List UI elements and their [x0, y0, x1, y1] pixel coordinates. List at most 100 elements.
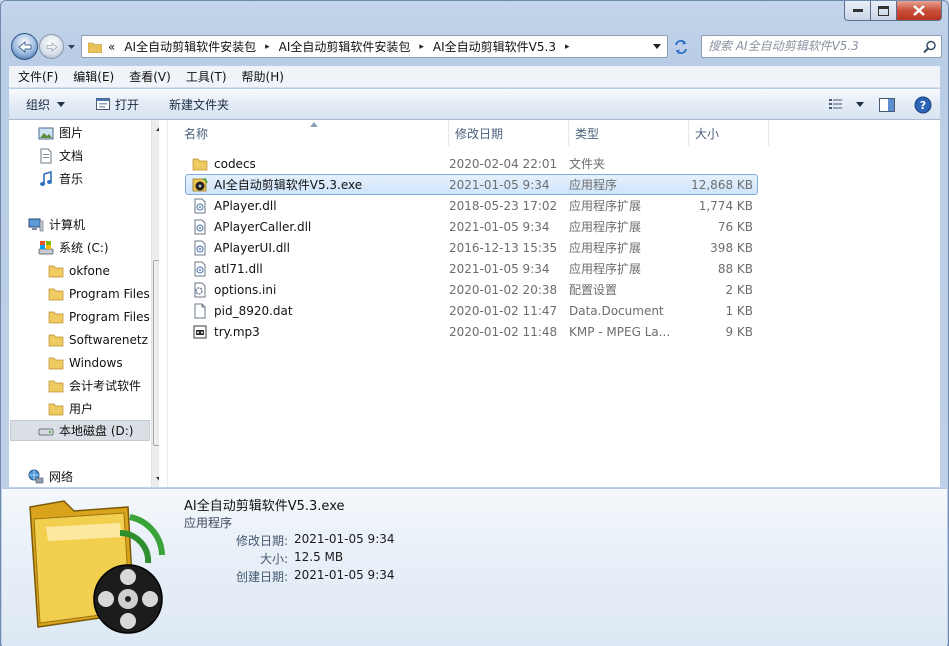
breadcrumb-item[interactable]: AI全自动剪辑软件安装包 [279, 38, 411, 55]
scroll-down-icon[interactable] [156, 477, 159, 483]
command-bar-right: ? [828, 89, 932, 120]
file-name-cell: APlayerCaller.dll [186, 219, 443, 235]
breadcrumb-separator[interactable]: ▸ [419, 42, 424, 52]
nav-item-label: Program Files [69, 286, 150, 301]
nav-item-drive-d[interactable]: 本地磁盘 (D:) [10, 420, 150, 441]
nav-item-label: 用户 [69, 402, 94, 416]
breadcrumb-item[interactable]: AI全自动剪辑软件V5.3 [433, 38, 556, 55]
nav-item-folder[interactable]: Program Files [48, 283, 150, 304]
nav-scrollbar[interactable] [151, 120, 159, 487]
network-icon [28, 469, 44, 483]
search-box[interactable] [701, 35, 942, 58]
file-date: 2021-01-05 9:34 [449, 261, 550, 276]
nav-item-folder[interactable]: 会计考试软件 [48, 375, 141, 396]
details-modified: 修改日期: 2021-01-05 9:34 [184, 532, 424, 549]
maximize-button[interactable] [871, 1, 897, 21]
details-file-name: AI全自动剪辑软件V5.3.exe [184, 499, 345, 514]
address-bar[interactable]: « AI全自动剪辑软件安装包 ▸ AI全自动剪辑软件安装包 ▸ AI全自动剪辑软… [81, 35, 668, 58]
file-row-selected[interactable]: AI全自动剪辑软件V5.3.exe 2021-01-05 9:34 应用程序 1… [185, 174, 758, 195]
column-header-type[interactable]: 类型 [569, 120, 689, 146]
nav-item-label: 系统 (C:) [59, 241, 109, 255]
file-row[interactable]: codecs 2020-02-04 22:01 文件夹 [185, 153, 758, 174]
nav-item-folder[interactable]: 用户 [48, 398, 93, 419]
details-size-label: 大小: [259, 552, 288, 566]
menu-file[interactable]: 文件(F) [18, 68, 58, 85]
menu-help[interactable]: 帮助(H) [242, 68, 284, 85]
file-size: 9 KB [725, 324, 753, 339]
file-type: 应用程序扩展 [569, 199, 642, 213]
menu-edit[interactable]: 编辑(E) [73, 68, 114, 85]
file-type: 应用程序 [569, 178, 618, 192]
details-modified-label: 修改日期: [235, 534, 288, 548]
nav-item-folder[interactable]: Program Files [48, 306, 150, 327]
file-name-cell: options.ini [186, 282, 443, 298]
search-icon[interactable] [923, 40, 937, 54]
new-folder-label: 新建文件夹 [169, 97, 230, 112]
minimize-button[interactable] [844, 1, 871, 21]
menu-tools[interactable]: 工具(T) [186, 68, 227, 85]
details-view-icon [829, 98, 842, 109]
file-name: atl71.dll [214, 261, 263, 276]
breadcrumb-separator[interactable]: ▸ [565, 42, 570, 52]
forward-button[interactable] [39, 34, 64, 59]
column-header-size[interactable]: 大小 [689, 120, 769, 146]
nav-item-pictures[interactable]: 图片 [38, 122, 83, 143]
close-button[interactable] [897, 1, 942, 21]
file-date: 2018-05-23 17:02 [449, 198, 558, 213]
scroll-up-icon[interactable] [156, 126, 159, 132]
details-created: 创建日期: 2021-01-05 9:34 [184, 568, 424, 585]
address-history-dropdown-icon[interactable] [653, 44, 661, 50]
help-icon[interactable]: ? [914, 96, 932, 114]
organize-button[interactable]: 组织 [9, 89, 74, 119]
file-row[interactable]: APlayer.dll 2018-05-23 17:02 应用程序扩展 1,77… [185, 195, 758, 216]
breadcrumb-overflow[interactable]: « [108, 40, 115, 54]
new-folder-button[interactable]: 新建文件夹 [148, 89, 238, 119]
dll-icon [194, 240, 206, 255]
breadcrumb-separator[interactable]: ▸ [265, 42, 270, 52]
nav-item-network[interactable]: 网络 [28, 466, 73, 487]
scroll-thumb[interactable] [153, 260, 159, 446]
app-thumbnail-icon [29, 500, 165, 634]
file-row[interactable]: atl71.dll 2021-01-05 9:34 应用程序扩展 88 KB [185, 258, 758, 279]
change-view-button[interactable] [828, 98, 864, 112]
folder-icon [48, 357, 64, 369]
file-name: APlayerCaller.dll [214, 219, 312, 234]
file-size: 88 KB [717, 261, 753, 276]
file-row[interactable]: try.mp3 2020-01-02 11:48 KMP - MPEG La..… [185, 321, 758, 342]
file-row[interactable]: options.ini 2020-01-02 20:38 配置设置 2 KB [185, 279, 758, 300]
open-button[interactable]: 打开 [74, 89, 148, 119]
preview-pane-icon[interactable] [878, 97, 896, 113]
menu-view[interactable]: 查看(V) [129, 68, 171, 85]
navigation-pane: 图片 文档 音乐 计算机 系统 (C:) okfone Program File… [9, 120, 159, 487]
folder-icon [48, 288, 64, 300]
nav-item-drive-c[interactable]: 系统 (C:) [38, 237, 109, 258]
pane-splitter[interactable] [167, 120, 171, 487]
nav-item-folder[interactable]: okfone [48, 260, 110, 281]
nav-item-label: 本地磁盘 (D:) [59, 424, 134, 438]
recent-pages-dropdown-icon[interactable] [67, 43, 76, 51]
nav-item-documents[interactable]: 文档 [38, 145, 83, 166]
column-header-name[interactable]: 名称 [178, 120, 449, 146]
file-type: Data.Document [569, 303, 664, 318]
file-row[interactable]: APlayerUI.dll 2016-12-13 15:35 应用程序扩展 39… [185, 237, 758, 258]
refresh-button[interactable] [671, 35, 691, 58]
file-row[interactable]: APlayerCaller.dll 2021-01-05 9:34 应用程序扩展… [185, 216, 758, 237]
column-header-label: 大小 [695, 126, 720, 141]
file-date: 2020-01-02 11:47 [449, 303, 558, 318]
column-header-label: 名称 [184, 126, 209, 141]
file-size: 1 KB [725, 303, 753, 318]
file-type: 应用程序扩展 [569, 262, 642, 276]
column-header-date[interactable]: 修改日期 [449, 120, 569, 146]
drive-c-icon [38, 240, 54, 254]
exe-icon [192, 177, 208, 191]
nav-item-folder[interactable]: Windows [48, 352, 123, 373]
nav-item-music[interactable]: 音乐 [38, 168, 83, 189]
file-row[interactable]: pid_8920.dat 2020-01-02 11:47 Data.Docum… [185, 300, 758, 321]
file-name-cell: try.mp3 [186, 324, 443, 340]
breadcrumb-item[interactable]: AI全自动剪辑软件安装包 [124, 38, 256, 55]
nav-item-folder[interactable]: Softwarenetz [48, 329, 148, 350]
file-name: pid_8920.dat [214, 303, 293, 318]
nav-item-computer[interactable]: 计算机 [28, 214, 85, 235]
search-input[interactable] [708, 39, 918, 53]
back-button[interactable] [11, 33, 38, 60]
